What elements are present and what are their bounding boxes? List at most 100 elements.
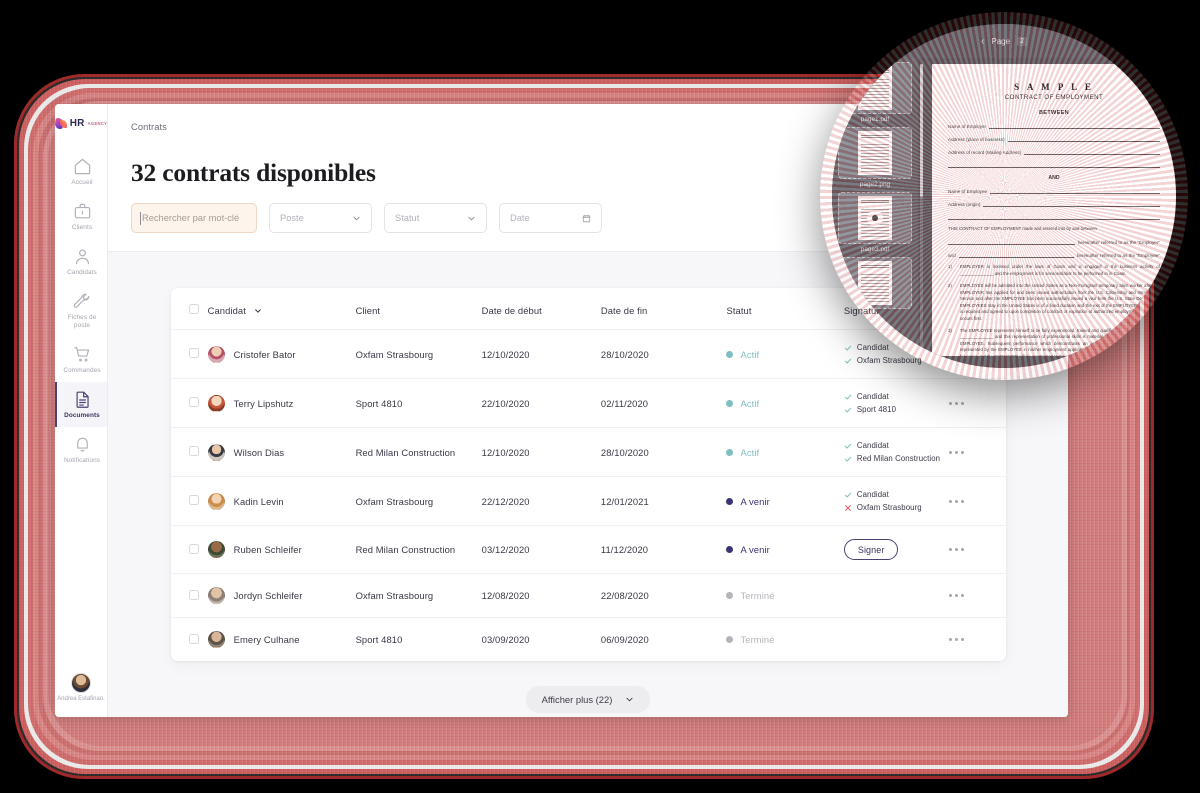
status-dot — [726, 546, 734, 553]
document-party-label: hereinafter referred to as the "Employer… — [1077, 240, 1160, 246]
table-row[interactable]: Jordyn Schleifer Oxfam Strasbourg 12/08/20… — [170, 573, 1006, 618]
date-picker[interactable]: Date — [499, 203, 602, 233]
document-and-word: and — [948, 253, 956, 259]
logo-subtext: AGENCY — [87, 120, 108, 126]
row-menu-icon[interactable] — [949, 638, 1005, 641]
page-number-input[interactable]: 2 — [1017, 36, 1027, 46]
thumbnail-item[interactable]: page1.pdf — [838, 62, 912, 123]
document-blank-rule — [948, 214, 1160, 220]
column-header-statut[interactable]: Statut — [726, 288, 843, 330]
row-actions-cell — [949, 427, 1006, 477]
prev-page-icon[interactable]: ‹ — [981, 36, 984, 47]
sidebar-item-commandes[interactable]: Commandes — [55, 337, 107, 382]
document-page: S A M P L E CONTRACT OF EMPLOYMENT BETWE… — [932, 64, 1176, 356]
sidebar-item-label: Clients — [71, 224, 93, 231]
sidebar-item-notifications[interactable]: Notifications — [55, 427, 107, 472]
sign-button[interactable]: Signer — [843, 539, 899, 560]
clause-text: EMPLOYER is licensed under the laws of G… — [960, 264, 1160, 276]
candidate-name: Jordyn Schleifer — [233, 590, 303, 601]
row-checkbox[interactable] — [188, 446, 199, 456]
search-input[interactable]: Rechercher par mot-clé — [131, 203, 257, 233]
status-dot — [726, 497, 734, 505]
row-menu-icon[interactable] — [949, 594, 1005, 597]
sidebar-item-clients[interactable]: Clients — [55, 194, 107, 239]
document-field-label: Name of Employer — [948, 124, 987, 129]
candidate-name: Terry Lipshutz — [233, 397, 294, 409]
status-dot — [726, 399, 734, 407]
row-menu-icon[interactable] — [949, 499, 1005, 503]
row-select-cell — [170, 573, 208, 618]
thumbnail-box — [838, 257, 912, 309]
row-select-cell — [170, 329, 208, 379]
row-menu-icon[interactable] — [949, 401, 1005, 405]
signature-label: Candidat — [856, 392, 889, 401]
table-row[interactable]: Wilson Dias Red Milan Construction 12/10/2… — [170, 427, 1006, 477]
thumbnail-item[interactable] — [838, 257, 912, 309]
document-blank-rule — [948, 162, 1160, 168]
status-badge: A venir — [740, 495, 770, 507]
row-checkbox[interactable] — [188, 397, 199, 407]
signature-cell: Candidat Red Milan Construction — [843, 427, 950, 477]
wrench-icon — [73, 292, 92, 311]
table-body: Cristofer Bator Oxfam Strasbourg 12/10/202… — [170, 329, 1006, 661]
column-header-candidat[interactable]: Candidat — [208, 288, 356, 330]
table-row[interactable]: Emery Culhane Sport 4810 03/09/2020 06/09/2… — [170, 617, 1006, 661]
status-dot — [726, 448, 734, 456]
statut-select[interactable]: Statut — [384, 203, 487, 233]
thumbnail-item[interactable]: page3.pdf — [838, 192, 912, 253]
column-header-date-fin[interactable]: Date de fin — [601, 288, 727, 330]
start-date-cell: 03/09/2020 — [481, 617, 601, 661]
preview-eye-icon[interactable] — [867, 210, 883, 226]
show-more-wrap: Afficher plus (22) — [108, 686, 1068, 713]
signature-cell: Signer — [843, 525, 950, 574]
avatar — [207, 345, 225, 363]
sidebar-item-documents[interactable]: Documents — [55, 382, 107, 427]
candidate-cell: Emery Culhane — [207, 617, 356, 661]
thumbnail-label: page1.pdf — [860, 116, 890, 123]
sidebar-item-label: Notifications — [63, 457, 101, 464]
app-logo[interactable]: HR AGENCY — [55, 113, 107, 133]
row-menu-icon[interactable] — [949, 450, 1005, 454]
row-menu-icon[interactable] — [949, 548, 1005, 551]
sidebar-item-fiches-de-poste[interactable]: Fiches de poste — [55, 284, 107, 337]
document-viewer: ‹ Page 2 page1.pdf page2.png page3.pdf S… — [832, 24, 1176, 368]
candidate-cell: Terry Lipshutz — [207, 378, 356, 428]
status-cell: Actif — [726, 427, 844, 477]
column-header-date-debut[interactable]: Date de début — [482, 288, 601, 330]
select-all-checkbox[interactable] — [188, 304, 199, 314]
start-date-cell: 22/10/2020 — [481, 378, 601, 428]
row-select-cell — [170, 525, 208, 574]
avatar — [71, 673, 91, 694]
signature-row: Red Milan Construction — [844, 454, 949, 463]
document-and: AND — [1048, 175, 1060, 181]
row-select-cell — [170, 378, 208, 428]
thumbnail-label: page2.png — [859, 181, 891, 188]
viewer-scrollbar[interactable] — [920, 64, 923, 354]
row-checkbox[interactable] — [188, 633, 199, 644]
show-more-button[interactable]: Afficher plus (22) — [525, 686, 651, 713]
check-icon — [844, 491, 852, 499]
sidebar-item-candidats[interactable]: Candidats — [55, 239, 107, 284]
row-checkbox[interactable] — [188, 495, 199, 505]
end-date-cell: 28/10/2020 — [600, 427, 727, 477]
table-row[interactable]: Ruben Schleifer Red Milan Construction 03/… — [170, 525, 1006, 574]
poste-select[interactable]: Poste — [269, 203, 372, 233]
sort-chevron-icon — [254, 306, 262, 314]
sidebar-item-accueil[interactable]: Accueil — [55, 149, 107, 194]
row-actions-cell — [949, 476, 1006, 526]
signature-cell — [843, 617, 950, 661]
thumbnail-item[interactable]: page2.png — [838, 127, 912, 188]
document-subtitle: CONTRACT OF EMPLOYMENT — [1004, 94, 1104, 101]
start-date-cell: 12/10/2020 — [481, 427, 601, 477]
poste-placeholder: Poste — [280, 213, 304, 223]
row-checkbox[interactable] — [188, 543, 199, 554]
row-checkbox[interactable] — [188, 348, 199, 358]
table-row[interactable]: Terry Lipshutz Sport 4810 22/10/2020 02/11/… — [170, 378, 1006, 428]
column-header-client[interactable]: Client — [356, 288, 482, 330]
signature-label: Candidat — [856, 490, 889, 499]
row-checkbox[interactable] — [188, 589, 199, 600]
column-label: Candidat — [207, 304, 246, 316]
table-row[interactable]: Kadin Levin Oxfam Strasbourg 22/12/2020 12/… — [170, 476, 1006, 526]
sidebar-user-profile[interactable]: Andrea Estafinao. — [55, 673, 107, 704]
document-viewer-magnifier: ‹ Page 2 page1.pdf page2.png page3.pdf S… — [832, 24, 1176, 368]
